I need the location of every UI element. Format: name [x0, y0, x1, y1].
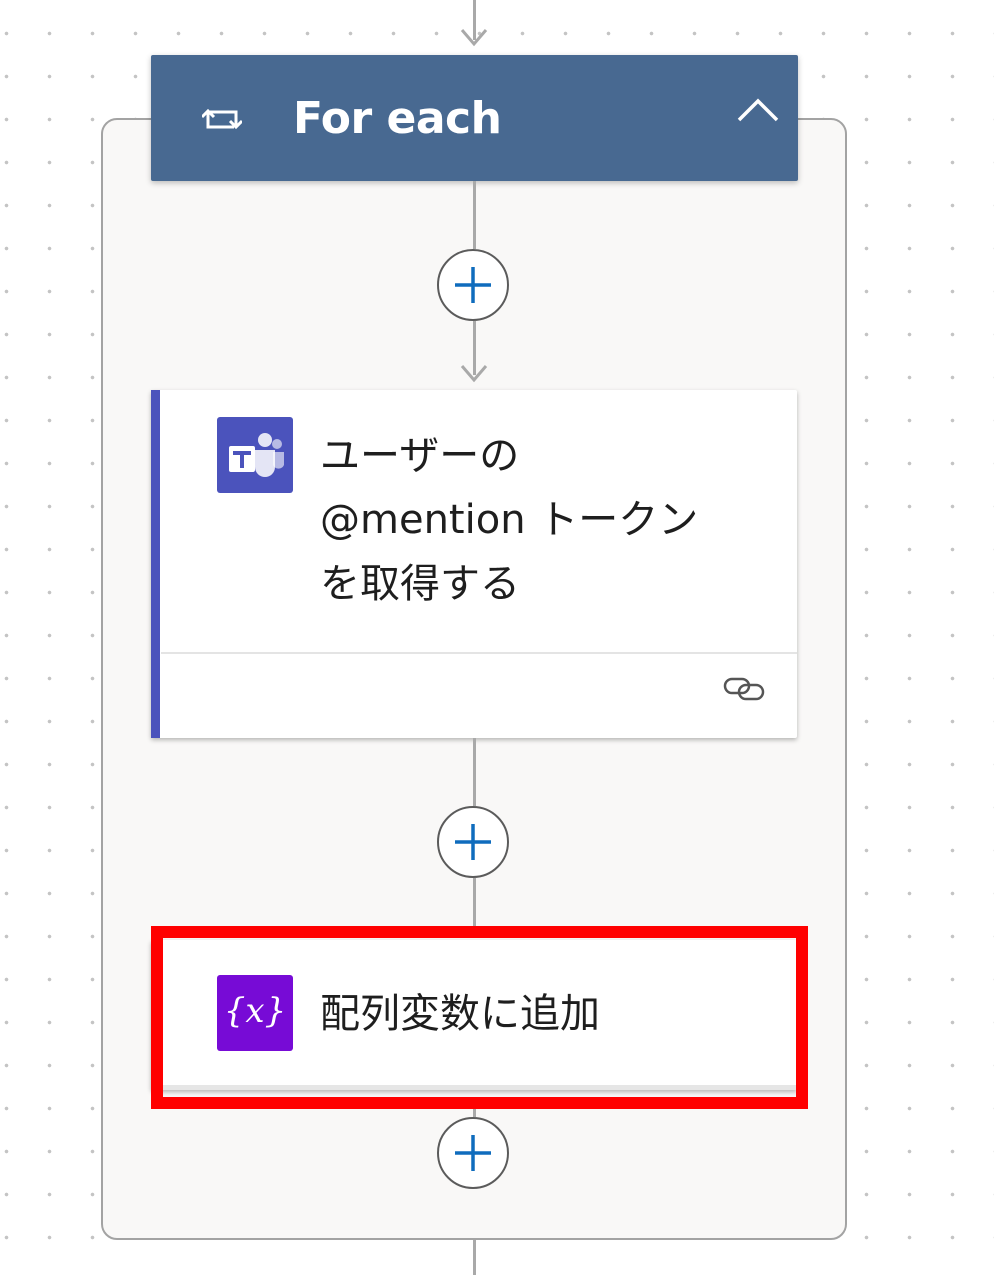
action-card-title: 配列変数に追加	[320, 991, 600, 1037]
plus-icon	[455, 824, 491, 860]
card-accent-bar	[151, 390, 160, 738]
connector-line	[473, 738, 476, 806]
add-step-button[interactable]	[437, 1117, 509, 1189]
connector-line	[473, 1109, 476, 1117]
connector-line	[473, 181, 476, 249]
action-card-title-line: を取得する	[320, 561, 520, 607]
plus-icon	[455, 1135, 491, 1171]
connector-line	[473, 878, 476, 930]
card-divider	[161, 652, 797, 654]
arrow-down-icon	[460, 365, 488, 383]
action-card-title-line: ユーザーの	[320, 433, 520, 479]
action-card-title: ユーザーの @mention トークン を取得する	[320, 424, 760, 616]
teams-icon	[217, 417, 293, 493]
plus-icon	[455, 267, 491, 303]
add-step-button[interactable]	[437, 806, 509, 878]
foreach-title: For each	[293, 93, 502, 144]
action-card-title-line: @mention トークン	[320, 497, 699, 543]
connector-line-bottom	[473, 1240, 476, 1275]
link-icon	[723, 677, 765, 701]
chevron-up-icon[interactable]	[733, 92, 783, 128]
variable-icon-glyph: {x}	[223, 991, 287, 1031]
action-card-append-to-array[interactable]: {x} 配列変数に追加	[151, 940, 797, 1090]
loop-icon	[202, 108, 242, 130]
action-card-get-mention-token[interactable]: ユーザーの @mention トークン を取得する	[151, 390, 797, 738]
arrow-down-icon	[460, 29, 488, 47]
variable-icon: {x}	[217, 975, 293, 1051]
add-step-button[interactable]	[437, 249, 509, 321]
flow-canvas[interactable]: For each ユーザーの @mention トークン を取得する {x} 配…	[0, 0, 994, 1275]
card-bottom-band	[151, 1085, 797, 1090]
